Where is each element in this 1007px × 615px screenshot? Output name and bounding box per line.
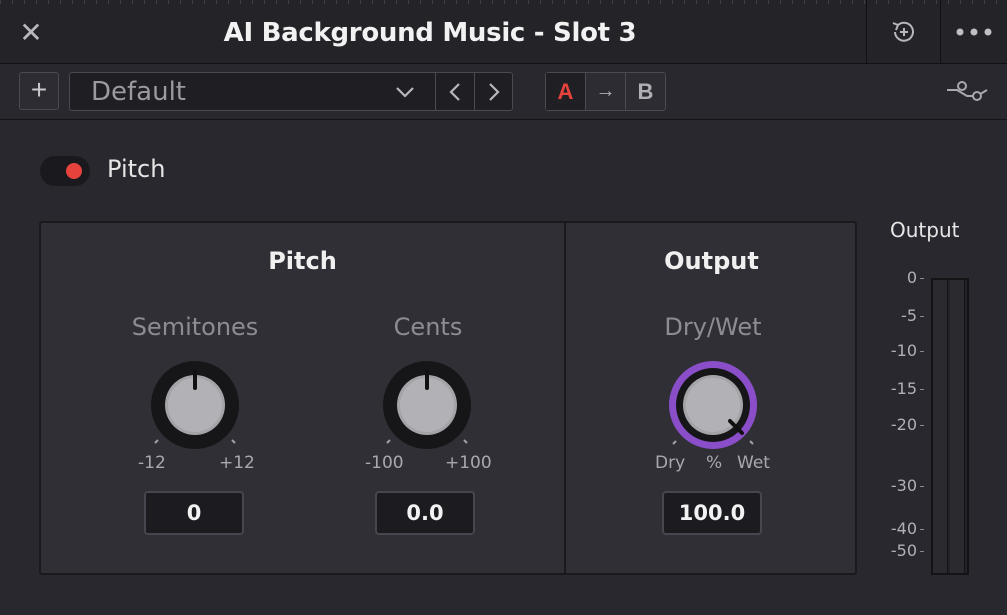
meter-channel-right (950, 280, 965, 573)
next-preset-button[interactable] (475, 73, 513, 110)
drywet-unit-label: % (706, 453, 723, 473)
section-divider (564, 223, 566, 575)
controls-panel: Pitch Semitones -12 +12 0 Cents -100 +10… (39, 221, 857, 575)
plugin-enable-toggle[interactable] (40, 156, 90, 186)
meter-tick-label: -15 (884, 379, 924, 398)
meter-tick-label: -20 (884, 415, 924, 434)
semitones-max-label: +12 (219, 453, 255, 473)
compare-a-button[interactable]: A (546, 73, 586, 110)
meter-channel-left (933, 280, 948, 573)
cents-label: Cents (393, 313, 463, 341)
cents-value-field[interactable]: 0.0 (375, 491, 475, 535)
semitones-ticks (154, 439, 236, 444)
close-icon: ✕ (19, 17, 43, 48)
automation-icon[interactable] (945, 76, 989, 108)
meter-tick-label: -30 (884, 476, 924, 495)
drywet-value-field[interactable]: 100.0 (662, 491, 762, 535)
enable-indicator (66, 163, 82, 179)
close-button[interactable]: ✕ (16, 18, 46, 48)
preset-toolbar: + Default A → B (0, 64, 1007, 120)
drywet-ticks (672, 440, 754, 445)
semitones-min-label: -12 (138, 453, 166, 473)
semitones-label: Semitones (131, 313, 259, 341)
chevron-down-icon[interactable] (392, 80, 418, 104)
copy-a-to-b-button[interactable]: → (586, 73, 626, 110)
meter-tick-label: -5 (884, 306, 924, 325)
meter-tick-label: -40 (884, 519, 924, 538)
drywet-max-label: Wet (737, 453, 770, 473)
cents-max-label: +100 (445, 453, 492, 473)
cents-min-label: -100 (365, 453, 404, 473)
more-options-button[interactable] (940, 0, 1007, 64)
meter-title: Output (890, 218, 960, 242)
drywet-label: Dry/Wet (664, 313, 762, 341)
arrow-right-icon: → (595, 80, 616, 102)
chevron-right-icon (489, 82, 500, 101)
reset-button[interactable] (866, 0, 940, 64)
cents-ticks (386, 439, 468, 444)
plugin-enable-label: Pitch (107, 155, 166, 183)
plus-icon: + (30, 74, 48, 105)
reset-icon (892, 21, 914, 42)
pitch-section-title: Pitch (268, 247, 337, 275)
meter-tick-label: -10 (884, 341, 924, 360)
ab-compare-group: A → B (545, 72, 666, 111)
meter-tick-label: 0 (884, 268, 924, 287)
meter-tick-label: -50 (884, 541, 924, 560)
timeline-ruler (0, 0, 1007, 4)
compare-b-button[interactable]: B (626, 73, 665, 110)
output-section-title: Output (664, 247, 759, 275)
preset-value: Default (91, 77, 186, 107)
window-title: AI Background Music - Slot 3 (223, 18, 637, 48)
add-preset-button[interactable]: + (19, 72, 59, 110)
preset-dropdown[interactable]: Default (69, 72, 513, 111)
more-icon (956, 28, 991, 36)
previous-preset-button[interactable] (436, 73, 474, 110)
chevron-left-icon (449, 82, 460, 101)
semitones-value-field[interactable]: 0 (144, 491, 244, 535)
title-bar: ✕ AI Background Music - Slot 3 (0, 0, 1007, 64)
output-level-meter (931, 278, 969, 575)
drywet-min-label: Dry (655, 453, 686, 473)
